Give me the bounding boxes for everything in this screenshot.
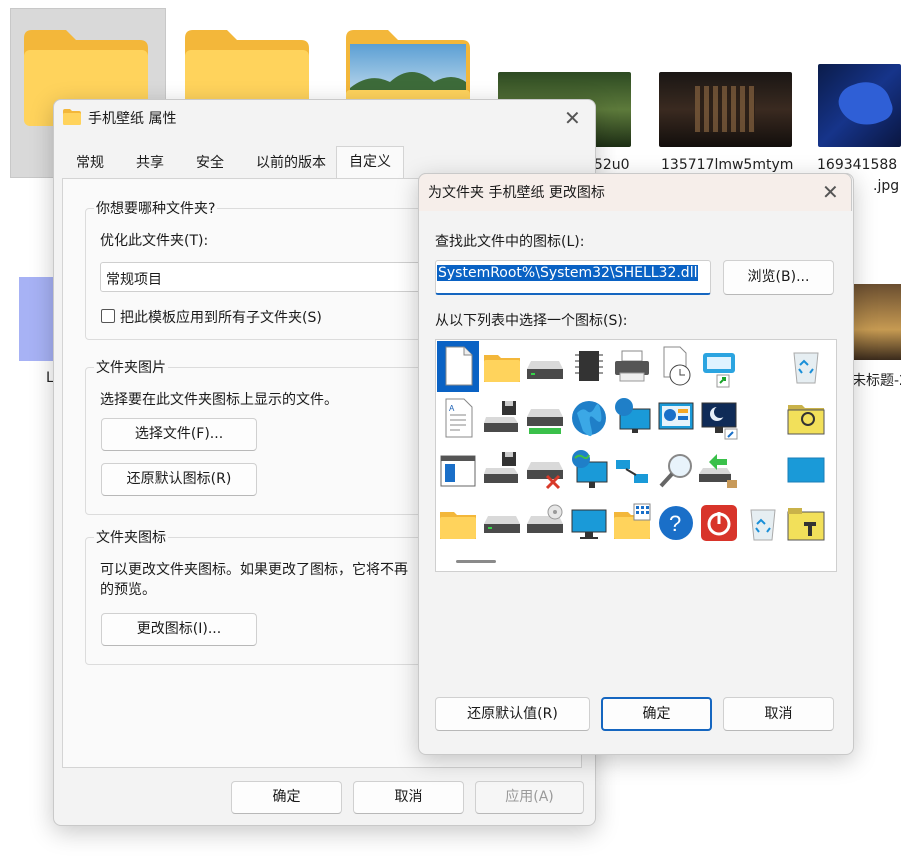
- window-shortcut-icon[interactable]: [699, 343, 739, 389]
- drive-cd-icon[interactable]: [525, 500, 565, 546]
- group-title: 文件夹图片: [94, 357, 168, 377]
- svg-text:?: ?: [669, 511, 681, 536]
- horizontal-scrollbar[interactable]: [456, 560, 496, 563]
- control-panel-icon[interactable]: [656, 395, 696, 441]
- blank-document-icon[interactable]: [438, 343, 478, 389]
- document-clock-icon[interactable]: [656, 343, 696, 389]
- thumbnail-label: 未标题-2: [852, 373, 901, 389]
- recycle-bin-full-icon[interactable]: [786, 343, 826, 389]
- optimize-select[interactable]: 常规项目: [100, 262, 430, 292]
- svg-text:A: A: [449, 404, 455, 413]
- monitor-icon[interactable]: [569, 500, 609, 546]
- image-thumbnail[interactable]: [659, 72, 792, 147]
- icon-list[interactable]: A ?: [435, 339, 837, 572]
- icon-file-input[interactable]: SystemRoot%\System32\SHELL32.dll: [435, 260, 711, 295]
- text-document-icon[interactable]: A: [438, 395, 478, 441]
- drive-floppy-icon[interactable]: [482, 395, 522, 441]
- folder-grid-icon[interactable]: [612, 500, 652, 546]
- drive-delete-icon[interactable]: [525, 448, 565, 494]
- restore-default-icon-button[interactable]: 还原默认图标(R): [101, 463, 257, 496]
- optimize-label: 优化此文件夹(T):: [100, 233, 209, 249]
- image-thumbnail[interactable]: [818, 64, 901, 147]
- apply-subfolders-checkbox[interactable]: [101, 309, 115, 323]
- drive-icon[interactable]: [525, 343, 565, 389]
- tab-general[interactable]: 常规: [64, 148, 116, 178]
- tab-sharing[interactable]: 共享: [124, 148, 176, 178]
- power-icon[interactable]: [699, 500, 739, 546]
- tab-security[interactable]: 安全: [184, 148, 236, 178]
- tab-previous-versions[interactable]: 以前的版本: [246, 148, 336, 178]
- group-title: 你想要哪种文件夹?: [94, 198, 218, 218]
- help-icon[interactable]: ?: [656, 500, 696, 546]
- drive-green-icon[interactable]: [525, 395, 565, 441]
- drive-eject-icon[interactable]: [699, 448, 739, 494]
- thumbnail-label-ext: .jpg: [873, 178, 900, 194]
- cancel-button[interactable]: 取消: [353, 781, 464, 814]
- monitor-blue-icon[interactable]: [786, 448, 826, 494]
- dialog-title: 手机壁纸 属性: [88, 111, 177, 127]
- image-thumbnail[interactable]: [852, 284, 901, 360]
- tab-customize[interactable]: 自定义: [336, 146, 404, 179]
- change-icon-button[interactable]: 更改图标(I)...: [101, 613, 257, 646]
- ok-button[interactable]: 确定: [231, 781, 342, 814]
- folder-icon[interactable]: [482, 343, 522, 389]
- browse-button[interactable]: 浏览(B)...: [723, 260, 834, 295]
- icon-description-line1: 可以更改文件夹图标。如果更改了图标，它将不再: [100, 562, 408, 578]
- close-icon[interactable]: ✕: [564, 108, 581, 128]
- monitor-moon-icon[interactable]: [699, 395, 739, 441]
- restore-defaults-button[interactable]: 还原默认值(R): [435, 697, 590, 731]
- group-title: 文件夹图标: [94, 527, 168, 547]
- thumbnail-label: 135717lmw5mtym: [661, 157, 794, 173]
- icon-file-value: SystemRoot%\System32\SHELL32.dll: [437, 265, 699, 281]
- choose-file-button[interactable]: 选择文件(F)...: [101, 418, 257, 451]
- find-icons-label: 查找此文件中的图标(L):: [435, 234, 585, 250]
- network-monitor-icon[interactable]: [569, 448, 609, 494]
- apply-subfolders-label: 把此模板应用到所有子文件夹(S): [120, 310, 322, 326]
- select-icon-label: 从以下列表中选择一个图标(S):: [435, 313, 628, 329]
- globe-monitor-icon[interactable]: [612, 395, 652, 441]
- magnifier-icon[interactable]: [656, 448, 696, 494]
- ok-button[interactable]: 确定: [601, 697, 712, 731]
- drive-gray-icon[interactable]: [482, 500, 522, 546]
- floppy-drive-icon[interactable]: [482, 448, 522, 494]
- window-app-icon[interactable]: [438, 448, 478, 494]
- cancel-button[interactable]: 取消: [723, 697, 834, 731]
- recycle-bin-empty-icon[interactable]: [743, 500, 783, 546]
- optimize-select-value: 常规项目: [106, 272, 162, 288]
- icon-description-line2: 的预览。: [100, 582, 156, 598]
- thumbnail-label: 169341588: [817, 157, 898, 173]
- folder-yellow-icon[interactable]: [438, 500, 478, 546]
- change-icon-title: 为文件夹 手机壁纸 更改图标: [428, 185, 605, 201]
- folder-tools-icon[interactable]: [786, 500, 826, 546]
- folder-settings-icon[interactable]: [786, 395, 826, 441]
- picture-description: 选择要在此文件夹图标上显示的文件。: [100, 392, 338, 408]
- apply-button[interactable]: 应用(A): [475, 781, 584, 814]
- network-link-icon[interactable]: [612, 448, 652, 494]
- folder-icon: [63, 109, 81, 125]
- close-icon[interactable]: ✕: [822, 182, 839, 202]
- globe-icon[interactable]: [569, 395, 609, 441]
- printer-icon[interactable]: [612, 343, 652, 389]
- chip-icon[interactable]: [569, 343, 609, 389]
